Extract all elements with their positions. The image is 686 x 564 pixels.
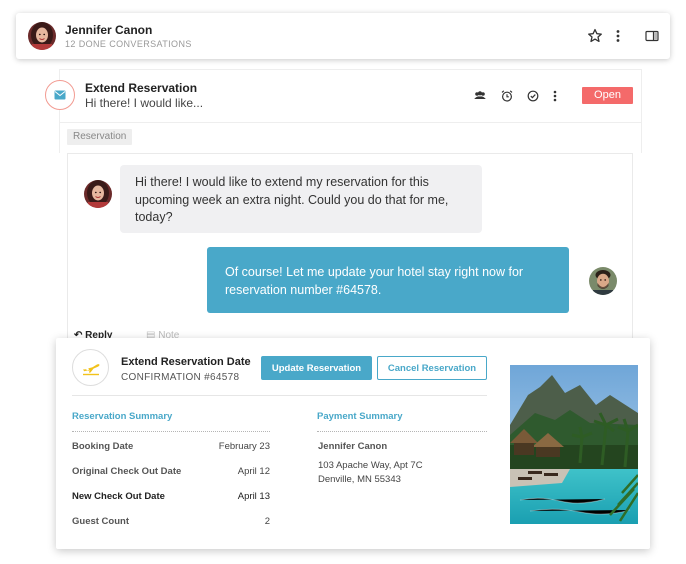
payment-divider: [317, 431, 487, 432]
payment-summary-heading: Payment Summary: [317, 411, 403, 422]
cancel-reservation-button[interactable]: Cancel Reservation: [377, 356, 487, 380]
tag-bar: [59, 123, 642, 153]
reservation-summary-heading: Reservation Summary: [72, 411, 173, 422]
conversation-title: Extend Reservation: [85, 81, 198, 95]
check-circle-icon[interactable]: [526, 89, 540, 103]
summary-divider: [72, 431, 270, 432]
payment-name: Jennifer Canon: [318, 441, 388, 452]
customer-avatar: [84, 180, 112, 208]
airplane-takeoff-icon: [72, 349, 109, 386]
confirmation-number: CONFIRMATION #64578: [121, 372, 240, 383]
more-vertical-icon[interactable]: [610, 28, 626, 44]
new-checkout-value: April 13: [237, 491, 270, 502]
contact-name: Jennifer Canon: [65, 23, 153, 37]
reservation-title: Extend Reservation Date: [121, 356, 251, 368]
payment-address-line2: Denville, MN 55343: [318, 474, 401, 485]
booking-date-label: Booking Date: [72, 441, 134, 452]
status-badge[interactable]: Open: [582, 87, 633, 104]
agent-avatar: [589, 267, 617, 295]
contact-header: Jennifer Canon 12 DONE CONVERSATIONS: [16, 13, 670, 59]
star-icon[interactable]: [587, 28, 603, 44]
update-reservation-button[interactable]: Update Reservation: [261, 356, 372, 380]
side-panel-icon[interactable]: [644, 28, 660, 44]
original-checkout-label: Original Check Out Date: [72, 466, 182, 477]
guest-count-label: Guest Count: [72, 516, 129, 527]
contact-conversation-count: 12 DONE CONVERSATIONS: [65, 39, 192, 49]
booking-date-value: February 23: [218, 441, 270, 452]
conversation-more-icon[interactable]: [548, 89, 562, 103]
divider: [72, 395, 487, 396]
payment-address-line1: 103 Apache Way, Apt 7C: [318, 460, 423, 471]
agent-message: Of course! Let me update your hotel stay…: [207, 247, 569, 313]
guest-count-value: 2: [264, 516, 270, 527]
assign-users-icon[interactable]: [473, 89, 487, 103]
tag-reservation[interactable]: Reservation: [67, 129, 133, 145]
mail-channel-icon: [45, 80, 75, 110]
alarm-clock-icon[interactable]: [500, 89, 514, 103]
contact-avatar[interactable]: [28, 22, 56, 50]
customer-message: Hi there! I would like to extend my rese…: [120, 165, 482, 233]
new-checkout-label: New Check Out Date: [72, 491, 165, 502]
conversation-preview: Hi there! I would like...: [85, 96, 204, 110]
hotel-photo: [510, 365, 638, 524]
original-checkout-value: April 12: [237, 466, 270, 477]
